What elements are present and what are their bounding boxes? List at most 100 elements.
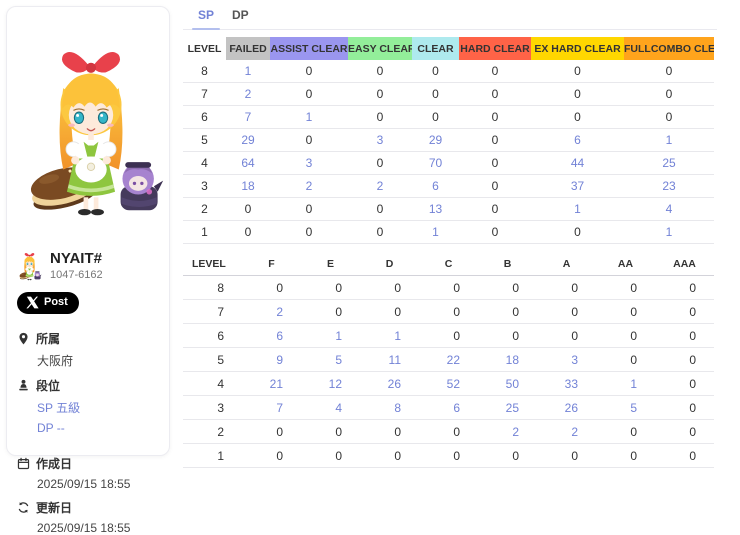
lamp-count-link[interactable]: 1 bbox=[574, 202, 581, 216]
grade-level-cell: 4 bbox=[183, 372, 242, 396]
lamp-count-link[interactable]: 29 bbox=[241, 133, 254, 147]
lamp-count-link[interactable]: 1 bbox=[245, 64, 252, 78]
grade-count-link[interactable]: 1 bbox=[335, 329, 342, 343]
lamp-count-value: 0 bbox=[492, 110, 499, 124]
affiliation-row: 所属 bbox=[17, 330, 159, 347]
grade-count-link[interactable]: 26 bbox=[388, 377, 401, 391]
lamp-count-link[interactable]: 1 bbox=[306, 110, 313, 124]
lamp-count-link[interactable]: 23 bbox=[662, 179, 675, 193]
lamp-count-value: 0 bbox=[666, 64, 673, 78]
grade-count-value: 0 bbox=[453, 449, 460, 463]
grade-count-value: 0 bbox=[335, 425, 342, 439]
created-label: 作成日 bbox=[36, 455, 72, 472]
lamp-count-link[interactable]: 70 bbox=[429, 156, 442, 170]
lamp-count-link[interactable]: 18 bbox=[241, 179, 254, 193]
lamp-count-link[interactable]: 2 bbox=[245, 87, 252, 101]
lamp-level-cell: 8 bbox=[183, 60, 226, 83]
grade-count-link[interactable]: 2 bbox=[512, 425, 519, 439]
rank-sp-link[interactable]: SP 五級 bbox=[37, 399, 159, 416]
lamp-header-row: LEVELFAILEDASSIST CLEAREASY CLEARCLEARHA… bbox=[183, 37, 714, 60]
grade-count-link[interactable]: 8 bbox=[394, 401, 401, 415]
grade-count-link[interactable]: 5 bbox=[630, 401, 637, 415]
grade-count-link[interactable]: 6 bbox=[453, 401, 460, 415]
grade-count-value: 0 bbox=[571, 329, 578, 343]
grade-count-value: 0 bbox=[571, 281, 578, 295]
grade-count-link[interactable]: 33 bbox=[565, 377, 578, 391]
grade-count-value: 0 bbox=[571, 449, 578, 463]
lamp-count-link[interactable]: 3 bbox=[377, 133, 384, 147]
lamp-count-value: 0 bbox=[377, 110, 384, 124]
grade-count-value: 0 bbox=[630, 449, 637, 463]
tab-sp[interactable]: SP bbox=[189, 0, 223, 29]
grade-count-link[interactable]: 4 bbox=[335, 401, 342, 415]
lamp-count-link[interactable]: 6 bbox=[574, 133, 581, 147]
grade-col-d: D bbox=[360, 252, 419, 276]
grade-table: LEVELFEDCBAAAAAA 80000000072000000066110… bbox=[183, 252, 714, 468]
grade-count-link[interactable]: 52 bbox=[447, 377, 460, 391]
grade-count-value: 0 bbox=[394, 449, 401, 463]
lamp-table-row: 72000000 bbox=[183, 83, 714, 106]
lamp-count-link[interactable]: 1 bbox=[432, 225, 439, 239]
lamp-count-link[interactable]: 37 bbox=[571, 179, 584, 193]
grade-count-link[interactable]: 2 bbox=[571, 425, 578, 439]
lamp-count-link[interactable]: 25 bbox=[662, 156, 675, 170]
lamp-table-row: 200013014 bbox=[183, 198, 714, 221]
lamp-count-value: 0 bbox=[574, 225, 581, 239]
rank-row: 段位 bbox=[17, 377, 159, 394]
x-logo-icon bbox=[26, 296, 39, 309]
grade-level-cell: 5 bbox=[183, 348, 242, 372]
grade-count-link[interactable]: 50 bbox=[506, 377, 519, 391]
lamp-count-link[interactable]: 13 bbox=[429, 202, 442, 216]
grade-count-link[interactable]: 21 bbox=[270, 377, 283, 391]
updated-row: 更新日 bbox=[17, 499, 159, 516]
lamp-col-level: LEVEL bbox=[183, 37, 226, 60]
lamp-count-value: 0 bbox=[306, 87, 313, 101]
lamp-level-cell: 3 bbox=[183, 175, 226, 198]
grade-count-link[interactable]: 6 bbox=[276, 329, 283, 343]
grade-count-link[interactable]: 9 bbox=[276, 353, 283, 367]
grade-count-value: 0 bbox=[335, 281, 342, 295]
lamp-count-value: 0 bbox=[492, 202, 499, 216]
grade-count-link[interactable]: 12 bbox=[329, 377, 342, 391]
tab-dp[interactable]: DP bbox=[223, 0, 258, 29]
lamp-count-link[interactable]: 4 bbox=[666, 202, 673, 216]
grade-count-link[interactable]: 3 bbox=[571, 353, 578, 367]
lamp-col-clear: CLEAR bbox=[412, 37, 459, 60]
lamp-count-link[interactable]: 2 bbox=[306, 179, 313, 193]
grade-count-link[interactable]: 18 bbox=[506, 353, 519, 367]
x-post-button[interactable]: Post bbox=[17, 292, 79, 314]
lamp-col-assist-clear: ASSIST CLEAR bbox=[270, 37, 348, 60]
grade-count-link[interactable]: 5 bbox=[335, 353, 342, 367]
grade-table-row: 421122652503310 bbox=[183, 372, 714, 396]
grade-count-link[interactable]: 7 bbox=[276, 401, 283, 415]
lamp-count-value: 0 bbox=[306, 225, 313, 239]
grade-table-body: 8000000007200000006611000005951122183004… bbox=[183, 276, 714, 468]
lamp-count-link[interactable]: 7 bbox=[245, 110, 252, 124]
grade-count-value: 0 bbox=[689, 305, 696, 319]
rank-dp-link[interactable]: DP -- bbox=[37, 421, 159, 435]
grade-count-link[interactable]: 22 bbox=[447, 353, 460, 367]
lamp-count-value: 0 bbox=[666, 110, 673, 124]
lamp-count-link[interactable]: 44 bbox=[571, 156, 584, 170]
lamp-count-link[interactable]: 1 bbox=[666, 225, 673, 239]
lamp-count-link[interactable]: 64 bbox=[241, 156, 254, 170]
lamp-count-link[interactable]: 1 bbox=[666, 133, 673, 147]
updated-label: 更新日 bbox=[36, 499, 72, 516]
grade-table-row: 720000000 bbox=[183, 300, 714, 324]
grade-count-link[interactable]: 25 bbox=[506, 401, 519, 415]
grade-count-link[interactable]: 1 bbox=[630, 377, 637, 391]
created-row: 作成日 bbox=[17, 455, 159, 472]
lamp-count-link[interactable]: 3 bbox=[306, 156, 313, 170]
lamp-count-link[interactable]: 29 bbox=[429, 133, 442, 147]
lamp-count-link[interactable]: 2 bbox=[377, 179, 384, 193]
grade-count-value: 0 bbox=[512, 281, 519, 295]
lamp-table-row: 464307004425 bbox=[183, 152, 714, 175]
grade-count-link[interactable]: 11 bbox=[389, 353, 401, 367]
lamp-count-link[interactable]: 6 bbox=[432, 179, 439, 193]
grade-count-link[interactable]: 2 bbox=[276, 305, 283, 319]
grade-count-link[interactable]: 26 bbox=[565, 401, 578, 415]
grade-count-link[interactable]: 1 bbox=[394, 329, 401, 343]
grade-count-value: 0 bbox=[689, 353, 696, 367]
grade-count-value: 0 bbox=[394, 425, 401, 439]
location-pin-icon bbox=[17, 332, 30, 345]
